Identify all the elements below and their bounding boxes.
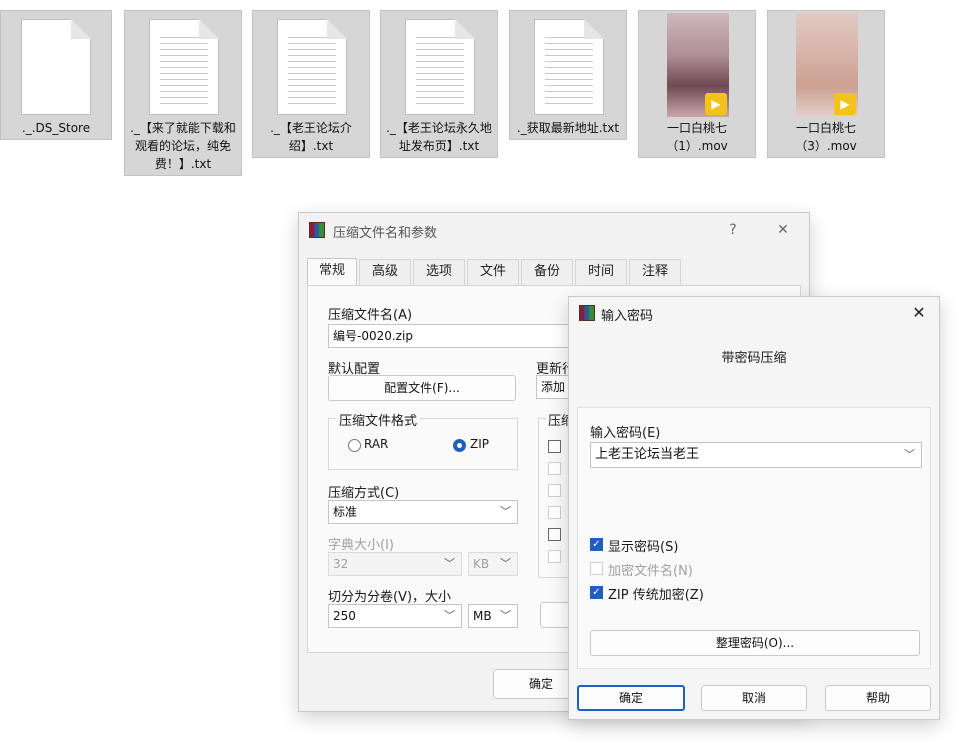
player-badge-icon: ▶ [705, 93, 727, 115]
title-bar: 压缩文件名和参数 ? ✕ [299, 213, 809, 247]
file-item-video-1[interactable]: ▶ 一口白桃七（1）.mov [638, 10, 756, 158]
method-value: 标准 [333, 505, 358, 519]
option-checkbox[interactable] [548, 506, 561, 519]
organize-passwords-button[interactable]: 整理密码(O)... [590, 630, 920, 656]
file-name: ._获取最新地址.txt [516, 121, 620, 135]
format-group-label: 压缩文件格式 [336, 410, 421, 429]
split-volumes-label: 切分为分卷(V)，大小 [328, 590, 452, 605]
file-name: 一口白桃七（3）.mov [795, 121, 857, 153]
file-item-forum-address[interactable]: ._【老王论坛永久地址发布页】.txt [380, 10, 498, 158]
method-label: 压缩方式(C) [328, 486, 400, 501]
zip-legacy-checkbox[interactable]: ✓ [590, 586, 603, 599]
password-cancel-button[interactable]: 取消 [701, 685, 807, 711]
option-checkbox[interactable] [548, 462, 561, 475]
option-checkbox[interactable] [548, 484, 561, 497]
winrar-icon [579, 305, 595, 321]
tab-general[interactable]: 常规 [307, 258, 357, 286]
method-select[interactable]: 标准 ﹀ [328, 500, 518, 524]
file-name: ._【老王论坛介绍】.txt [270, 121, 352, 153]
option-checkbox[interactable] [548, 528, 561, 541]
file-item-forum-intro[interactable]: ._【老王论坛介绍】.txt [252, 10, 370, 158]
dictionary-unit: KB [473, 557, 490, 571]
password-input[interactable]: 上老王论坛当老王 ﹀ [590, 442, 922, 468]
archive-name-label: 压缩文件名(A) [328, 308, 413, 323]
format-rar-label: RAR [364, 437, 389, 451]
winrar-icon [309, 222, 325, 238]
help-icon[interactable]: ? [721, 219, 745, 241]
tab-files[interactable]: 文件 [467, 259, 519, 285]
video-thumbnail: ▶ [639, 11, 755, 119]
file-item-forum-free[interactable]: ._【来了就能下载和观看的论坛，纯免费！】.txt [124, 10, 242, 176]
tab-advanced[interactable]: 高级 [359, 259, 411, 285]
option-checkbox[interactable] [548, 550, 561, 563]
file-name: ._.DS_Store [21, 121, 91, 135]
password-title-bar: 输入密码 ✕ [569, 297, 939, 329]
chevron-down-icon: ﹀ [444, 609, 455, 622]
password-dialog-title: 输入密码 [601, 309, 654, 324]
zip-legacy-label: ZIP 传统加密(Z) [608, 588, 704, 603]
dialog-title: 压缩文件名和参数 [333, 226, 438, 241]
text-document-icon [510, 11, 626, 119]
password-value: 上老王论坛当老王 [595, 447, 700, 462]
chevron-down-icon: ﹀ [500, 557, 511, 570]
password-label: 输入密码(E) [590, 426, 661, 441]
tab-comment[interactable]: 注释 [629, 259, 681, 285]
tab-options[interactable]: 选项 [413, 259, 465, 285]
close-icon[interactable]: ✕ [771, 219, 795, 241]
tab-time[interactable]: 时间 [575, 259, 627, 285]
file-item-latest-address[interactable]: ._获取最新地址.txt [509, 10, 627, 140]
split-size-value: 250 [333, 609, 356, 623]
blank-document-icon [1, 11, 111, 119]
close-icon[interactable]: ✕ [907, 302, 931, 324]
chevron-down-icon: ﹀ [500, 609, 511, 622]
text-document-icon [381, 11, 497, 119]
dictionary-select[interactable]: 32 ﹀ [328, 552, 462, 576]
split-unit-select[interactable]: MB ﹀ [468, 604, 518, 628]
show-password-label: 显示密码(S) [608, 540, 679, 555]
file-item-video-3[interactable]: ▶ 一口白桃七（3）.mov [767, 10, 885, 158]
dictionary-label: 字典大小(I) [328, 538, 394, 553]
password-dialog: 输入密码 ✕ 带密码压缩 输入密码(E) 上老王论坛当老王 ﹀ ✓ 显示密码(S… [568, 296, 940, 720]
file-name: ._【老王论坛永久地址发布页】.txt [386, 121, 492, 153]
format-zip-radio[interactable] [453, 439, 466, 452]
encrypt-names-checkbox[interactable] [590, 562, 603, 575]
password-heading: 带密码压缩 [721, 351, 787, 366]
dictionary-value: 32 [333, 557, 349, 571]
format-rar-radio[interactable] [348, 439, 361, 452]
file-name: ._【来了就能下载和观看的论坛，纯免费！】.txt [130, 121, 236, 171]
show-password-checkbox[interactable]: ✓ [590, 538, 603, 551]
encrypt-names-label: 加密文件名(N) [608, 564, 693, 579]
dictionary-unit-select[interactable]: KB ﹀ [468, 552, 518, 576]
profiles-button[interactable]: 配置文件(F)... [328, 375, 516, 401]
password-panel: 输入密码(E) 上老王论坛当老王 ﹀ ✓ 显示密码(S) 加密文件名(N) ✓ … [577, 407, 931, 669]
split-size-input[interactable]: 250 ﹀ [328, 604, 462, 628]
player-badge-icon: ▶ [834, 93, 856, 115]
hidden-button[interactable] [540, 602, 570, 628]
password-ok-button[interactable]: 确定 [577, 685, 685, 711]
text-document-icon [125, 11, 241, 119]
split-unit: MB [473, 609, 492, 623]
password-help-button[interactable]: 帮助 [825, 685, 931, 711]
chevron-down-icon: ﹀ [444, 557, 455, 570]
tab-backup[interactable]: 备份 [521, 259, 573, 285]
chevron-down-icon: ﹀ [904, 448, 915, 461]
text-document-icon [253, 11, 369, 119]
option-checkbox[interactable] [548, 440, 561, 453]
chevron-down-icon: ﹀ [500, 505, 511, 518]
file-name: 一口白桃七（1）.mov [666, 121, 728, 153]
video-thumbnail: ▶ [768, 11, 884, 119]
format-zip-label: ZIP [470, 437, 489, 451]
file-item-ds-store[interactable]: ._.DS_Store [0, 10, 112, 140]
